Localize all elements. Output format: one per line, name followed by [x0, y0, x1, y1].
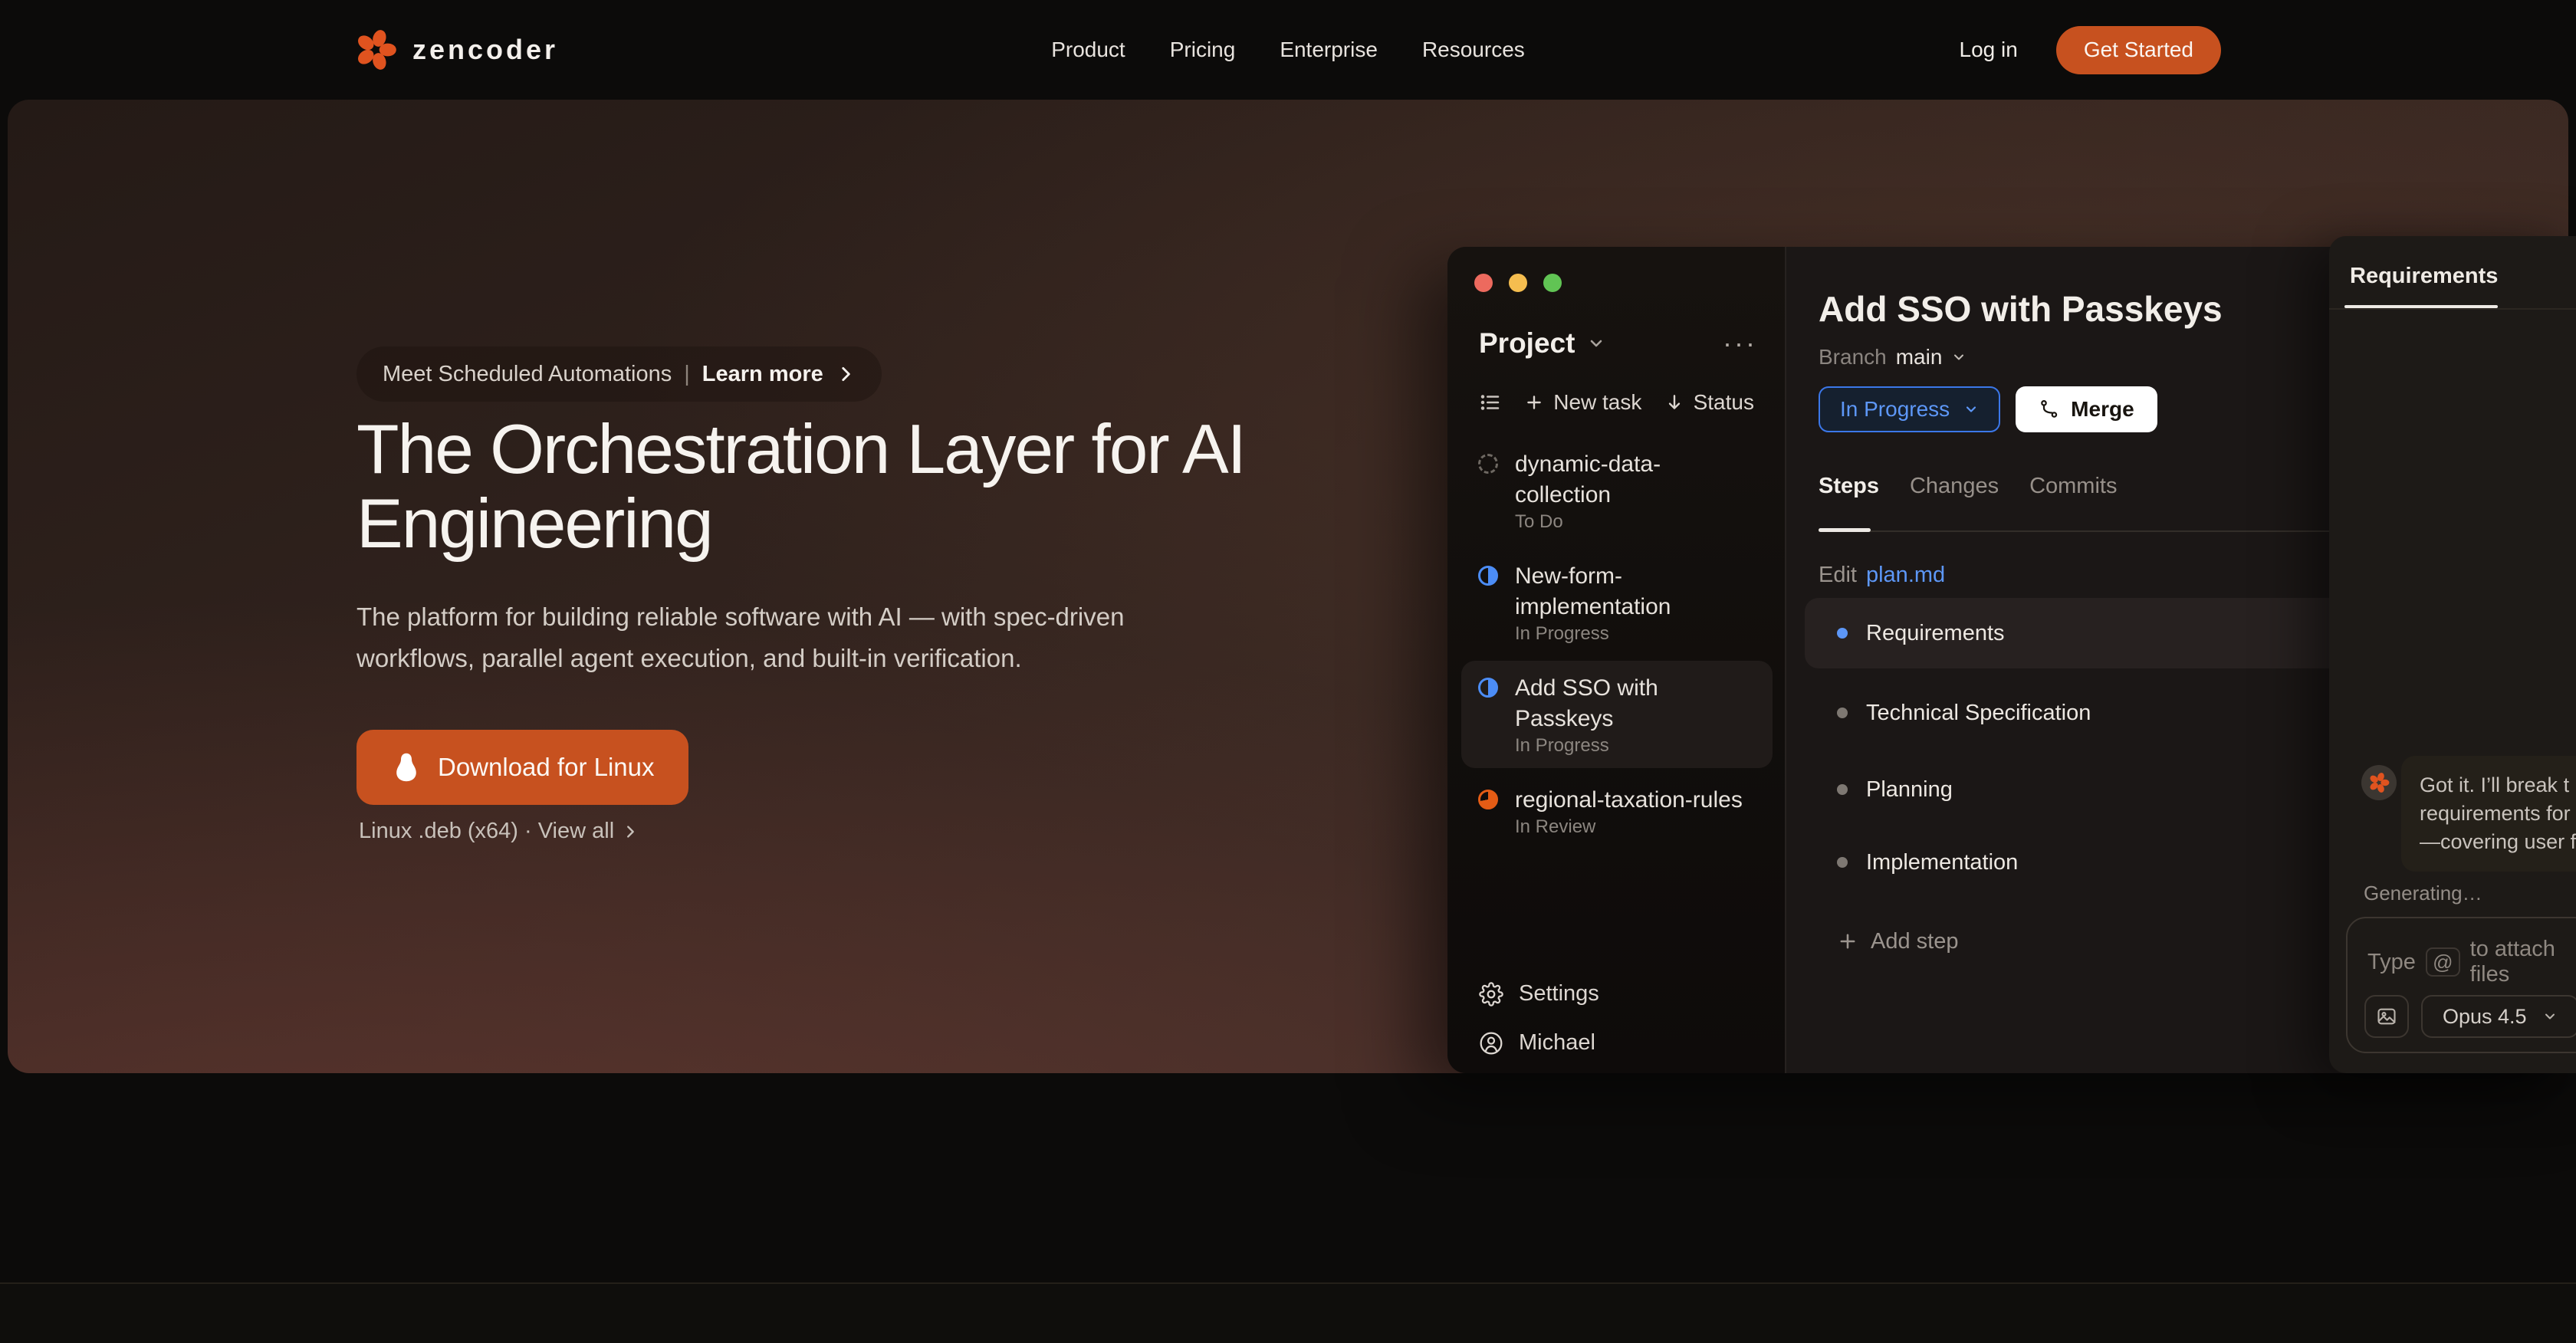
login-link[interactable]: Log in [1960, 38, 2018, 62]
step-bullet-icon [1837, 857, 1848, 868]
model-selector[interactable]: Opus 4.5 [2421, 995, 2576, 1038]
zencoder-logo-icon [354, 28, 397, 71]
chat-input-actions: Opus 4.5 [2364, 995, 2576, 1038]
chevron-right-icon [622, 823, 639, 840]
attach-image-button[interactable] [2364, 995, 2409, 1038]
nav-link-product[interactable]: Product [1051, 38, 1125, 62]
project-header: Project ··· [1479, 325, 1757, 362]
tab-commits[interactable]: Commits [2029, 474, 2117, 499]
nav-links: Product Pricing Enterprise Resources [1051, 0, 1525, 100]
step-bullet-icon [1837, 628, 1848, 639]
status-in-progress-icon [1478, 678, 1498, 698]
nav-link-enterprise[interactable]: Enterprise [1280, 38, 1378, 62]
git-branch-icon [2039, 399, 2060, 420]
chevron-down-icon [1951, 350, 1967, 365]
chevron-down-icon [1963, 402, 1979, 417]
chat-header-divider [2329, 308, 2576, 310]
at-key-badge: @ [2426, 947, 2460, 977]
status-in-review-icon [1478, 790, 1498, 809]
nav-link-pricing[interactable]: Pricing [1170, 38, 1236, 62]
step-bullet-icon [1837, 708, 1848, 718]
project-menu-icon[interactable]: ··· [1723, 336, 1757, 351]
project-sidebar: Project ··· New task [1447, 247, 1786, 1073]
window-controls [1474, 274, 1562, 292]
minimize-window-icon[interactable] [1509, 274, 1527, 292]
task-row-selected[interactable]: Add SSO with Passkeys In Progress [1461, 661, 1773, 768]
merge-button[interactable]: Merge [2016, 386, 2157, 432]
task-row[interactable]: dynamic-data-collection To Do [1461, 437, 1773, 544]
badge-text: Meet Scheduled Automations [383, 362, 672, 387]
tab-steps[interactable]: Steps [1819, 474, 1879, 499]
assistant-avatar [2361, 765, 2397, 800]
chat-input[interactable]: Type @ to attach files Opus 4.5 [2346, 917, 2576, 1053]
plus-icon [1524, 392, 1544, 412]
chevron-down-icon[interactable] [1587, 334, 1605, 353]
task-list: dynamic-data-collection To Do New-form-i… [1461, 437, 1773, 854]
announcement-badge[interactable]: Meet Scheduled Automations | Learn more [356, 346, 882, 402]
task-row[interactable]: regional-taxation-rules In Review [1461, 773, 1773, 849]
chat-placeholder: Type @ to attach files [2367, 937, 2576, 987]
gear-icon [1479, 982, 1503, 1006]
active-tab-underline [1819, 528, 1871, 532]
assistant-message: Got it. I’ll break t requirements for —c… [2401, 756, 2576, 872]
user-account-button[interactable]: Michael [1479, 1030, 1595, 1056]
learn-more-link[interactable]: Learn more [702, 362, 823, 387]
chevron-down-icon [2542, 1009, 2558, 1024]
brand-name: zencoder [412, 34, 558, 66]
brand-logo[interactable]: zencoder [354, 0, 558, 100]
task-title: Add SSO with Passkeys [1819, 288, 2223, 330]
status-todo-icon [1478, 454, 1498, 474]
task-row[interactable]: New-form-implementation In Progress [1461, 549, 1773, 656]
page: zencoder Product Pricing Enterprise Reso… [0, 0, 2576, 1343]
new-task-button[interactable]: New task [1524, 390, 1641, 415]
linux-penguin-icon [390, 751, 422, 783]
status-in-progress-icon [1478, 566, 1498, 586]
nav-actions: Log in Get Started [1960, 0, 2221, 100]
get-started-button[interactable]: Get Started [2056, 26, 2221, 74]
chevron-right-icon [836, 364, 856, 384]
settings-button[interactable]: Settings [1479, 981, 1599, 1006]
branch-selector[interactable]: Branch main [1819, 345, 1967, 369]
hero-title: The Orchestration Layer for AI Engineeri… [356, 412, 1506, 561]
generating-status: Generating… [2364, 882, 2482, 905]
close-window-icon[interactable] [1474, 274, 1493, 292]
download-meta[interactable]: Linux .deb (x64) · View all [359, 819, 639, 844]
status-sort-button[interactable]: Status [1664, 390, 1754, 415]
requirements-chat-panel: Requirements Got it. I’ll break t requir… [2329, 236, 2576, 1073]
plus-icon [1837, 931, 1858, 952]
chat-tab-requirements[interactable]: Requirements [2350, 264, 2498, 289]
add-step-button[interactable]: Add step [1837, 920, 1958, 963]
project-title[interactable]: Project [1479, 327, 1575, 360]
download-linux-button[interactable]: Download for Linux [356, 730, 688, 805]
nav-link-resources[interactable]: Resources [1422, 38, 1525, 62]
step-bullet-icon [1837, 784, 1848, 795]
task-actions: In Progress Merge [1819, 386, 2157, 432]
user-circle-icon [1479, 1031, 1503, 1056]
maximize-window-icon[interactable] [1543, 274, 1562, 292]
badge-separator: | [684, 362, 690, 387]
footer-divider [0, 1282, 2576, 1343]
plan-md-link[interactable]: plan.md [1866, 563, 1945, 588]
status-dropdown-button[interactable]: In Progress [1819, 386, 2000, 432]
list-view-icon[interactable] [1479, 391, 1502, 414]
hero-subtitle: The platform for building reliable softw… [356, 596, 1292, 679]
detail-tabs: Steps Changes Commits [1819, 474, 2117, 499]
navbar: zencoder Product Pricing Enterprise Reso… [0, 0, 2576, 100]
tab-changes[interactable]: Changes [1910, 474, 1999, 499]
task-toolbar: New task Status [1479, 386, 1754, 419]
arrow-down-icon [1664, 392, 1684, 412]
